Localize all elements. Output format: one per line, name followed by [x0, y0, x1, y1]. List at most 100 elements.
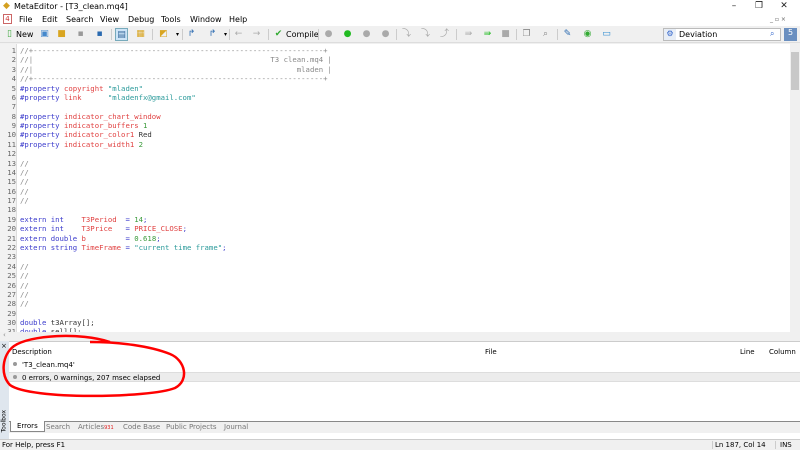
new-button[interactable]: New — [16, 30, 33, 39]
find-icon[interactable]: ⌕ — [539, 28, 552, 41]
code-line[interactable]: //+-------------------------------------… — [20, 46, 328, 55]
scroll-left-icon[interactable]: ‹ — [3, 331, 6, 339]
minimize-button[interactable]: – — [723, 0, 745, 12]
restore-button[interactable]: ❐ — [748, 0, 770, 12]
new-file-icon[interactable]: ▯ — [3, 28, 16, 41]
code-token: #property — [20, 121, 64, 131]
message-row[interactable]: 0 errors, 0 warnings, 207 msec elapsed — [9, 372, 800, 382]
forward-arrow-icon[interactable]: → — [250, 28, 263, 41]
scrollbar-thumb[interactable] — [791, 52, 799, 90]
code-line[interactable]: extern int T3Period = 14; — [20, 215, 147, 224]
gear-icon[interactable]: ⚙ — [664, 29, 676, 40]
code-line[interactable]: #property indicator_color1 Red — [20, 130, 152, 139]
code-line[interactable]: //| T3 clean.mq4 | — [20, 55, 332, 64]
menu-search[interactable]: Search — [66, 15, 93, 24]
copy-icon[interactable]: ❐ — [520, 28, 533, 41]
code-token: // — [20, 289, 29, 299]
code-line[interactable]: // — [20, 290, 29, 299]
tab-search[interactable]: Search — [46, 423, 70, 431]
column-description[interactable]: Description — [12, 348, 52, 356]
pen-icon[interactable]: ✎ — [561, 28, 574, 41]
code-token: copyright — [63, 83, 108, 93]
code-line[interactable]: // — [20, 177, 29, 186]
code-line[interactable]: // — [20, 196, 29, 205]
code-line[interactable]: #property copyright "mladen" — [20, 84, 143, 93]
code-line[interactable]: // — [20, 299, 29, 308]
code-line[interactable]: #property link "mladenfx@gmail.com" — [20, 93, 196, 102]
code-line[interactable]: // — [20, 271, 29, 280]
tab-journal[interactable]: Journal — [224, 423, 248, 431]
document-icon[interactable]: 4 — [3, 14, 12, 24]
stop-icon[interactable]: ● — [379, 28, 392, 41]
search-icon[interactable]: ⌕ — [770, 29, 774, 39]
tab-code-base[interactable]: Code Base — [123, 423, 160, 431]
search-input[interactable]: Deviation — [679, 30, 717, 39]
code-line[interactable]: #property indicator_width1 2 — [20, 140, 143, 149]
mdi-controls[interactable]: _ ▫ × — [770, 16, 786, 23]
back-arrow-icon[interactable]: ← — [232, 28, 245, 41]
menu-edit[interactable]: Edit — [42, 15, 58, 24]
compile-check-icon[interactable]: ✔ — [272, 28, 285, 41]
message-row[interactable]: 'T3_clean.mq4' — [9, 360, 800, 370]
menu-tools[interactable]: Tools — [161, 15, 181, 24]
insert-variable-icon[interactable]: ↱ — [185, 28, 198, 41]
community-icon[interactable]: 5 — [784, 28, 797, 41]
code-line[interactable]: extern int T3Price = PRICE_CLOSE; — [20, 224, 187, 233]
toolbox-side-tab[interactable]: × Toolbox — [0, 341, 9, 439]
open-folder-icon[interactable]: ■ — [55, 28, 68, 41]
breakpoint-icon[interactable]: ⇛ — [462, 28, 475, 41]
insert-function-icon[interactable]: ↱ — [206, 28, 219, 41]
stop-run-icon[interactable]: ■ — [499, 28, 512, 41]
menu-window[interactable]: Window — [190, 15, 222, 24]
tab-errors[interactable]: Errors — [10, 421, 45, 432]
menu-bar: 4 File Edit Search View Debug Tools Wind… — [0, 13, 800, 26]
menu-view[interactable]: View — [100, 15, 119, 24]
styler-icon[interactable]: ◩ — [157, 28, 170, 41]
menu-debug[interactable]: Debug — [128, 15, 154, 24]
code-line[interactable]: // — [20, 168, 29, 177]
save-all-icon[interactable]: ▪ — [93, 28, 106, 41]
terminal-icon[interactable]: ▭ — [600, 28, 613, 41]
close-button[interactable]: ✕ — [773, 0, 795, 12]
column-file[interactable]: File — [485, 348, 497, 356]
horizontal-scrollbar[interactable]: ‹ — [0, 331, 790, 340]
code-line[interactable]: // — [20, 159, 29, 168]
debug-restart-icon[interactable]: ● — [322, 28, 335, 41]
step-into-icon[interactable]: ⤵ — [400, 28, 413, 41]
start-debug-icon[interactable]: ● — [341, 28, 354, 41]
save-icon[interactable]: ▪ — [74, 28, 87, 41]
code-line[interactable]: extern string TimeFrame = "current time … — [20, 243, 227, 252]
step-out-icon[interactable]: ⤴ — [438, 28, 451, 41]
search-box[interactable]: ⚙ Deviation ⌕ — [663, 28, 781, 41]
code-line[interactable]: // — [20, 187, 29, 196]
code-line[interactable]: #property indicator_buffers 1 — [20, 121, 147, 130]
code-line[interactable]: //| mladen | — [20, 65, 332, 74]
line-number: 10 — [7, 130, 16, 140]
column-line[interactable]: Line — [740, 348, 755, 356]
menu-help[interactable]: Help — [229, 15, 247, 24]
step-over-icon[interactable]: ⤵ — [419, 28, 432, 41]
toolbox-toggle-icon[interactable]: ▦ — [134, 28, 147, 41]
new-project-icon[interactable]: ▣ — [38, 28, 51, 41]
menu-file[interactable]: File — [19, 15, 32, 24]
run-icon[interactable]: ⇛ — [481, 28, 494, 41]
tab-articles[interactable]: Articles931 — [78, 423, 114, 431]
column-column[interactable]: Column — [769, 348, 796, 356]
code-line[interactable]: double t3Array[]; — [20, 318, 95, 327]
compile-button[interactable]: Compile — [286, 30, 319, 39]
tab-public-projects[interactable]: Public Projects — [166, 423, 217, 431]
code-token: Red — [138, 130, 152, 140]
dropdown-arrow-icon[interactable]: ▾ — [219, 28, 232, 41]
line-number: 21 — [7, 233, 16, 243]
code-editor[interactable]: 1 //+------------------------------------… — [0, 44, 790, 332]
cursor-position: Ln 187, Col 14 — [712, 441, 766, 449]
code-line[interactable]: #property indicator_chart_window — [20, 112, 161, 121]
code-line[interactable]: // — [20, 281, 29, 290]
code-line[interactable]: //+-------------------------------------… — [20, 74, 328, 83]
close-icon[interactable]: × — [1, 342, 7, 350]
navigator-toggle-icon[interactable]: ▤ — [115, 28, 128, 41]
pause-icon[interactable]: ● — [360, 28, 373, 41]
code-line[interactable]: // — [20, 262, 29, 271]
shield-icon[interactable]: ◉ — [581, 28, 594, 41]
code-line[interactable]: extern double b = 0.618; — [20, 234, 161, 243]
